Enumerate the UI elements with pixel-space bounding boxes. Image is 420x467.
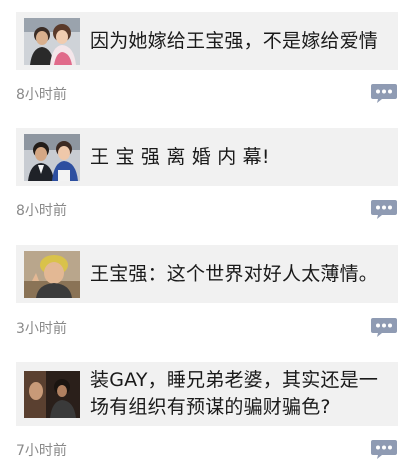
article-thumbnail <box>24 133 80 181</box>
comment-icon[interactable] <box>370 198 398 220</box>
comment-icon[interactable] <box>370 82 398 104</box>
article-time: 8小时前 <box>16 87 67 103</box>
article-thumbnail <box>24 370 80 418</box>
article-card[interactable]: 王宝强：这个世界对好人太薄情。 <box>16 245 398 303</box>
article-thumbnail <box>24 17 80 65</box>
article-card[interactable]: 装GAY，睡兄弟老婆，其实还是一场有组织有预谋的骗财骗色? <box>16 362 398 426</box>
article-meta: 7小时前 <box>16 438 398 462</box>
article-title: 因为她嫁给王宝强，不是嫁给爱情 <box>90 30 379 52</box>
article-time: 3小时前 <box>16 321 67 337</box>
article-meta: 8小时前 <box>16 82 398 106</box>
article-feed: 因为她嫁给王宝强，不是嫁给爱情 8小时前 王 宝 强 离 婚 内 幕! 8小时前… <box>0 0 420 467</box>
article-title: 王 宝 强 离 婚 内 幕! <box>90 146 270 168</box>
comment-icon[interactable] <box>370 316 398 338</box>
article-title: 王宝强：这个世界对好人太薄情。 <box>90 263 379 285</box>
article-thumbnail <box>24 250 80 298</box>
article-card[interactable]: 王 宝 强 离 婚 内 幕! <box>16 128 398 186</box>
article-time: 8小时前 <box>16 203 67 219</box>
article-card[interactable]: 因为她嫁给王宝强，不是嫁给爱情 <box>16 12 398 70</box>
article-title: 装GAY，睡兄弟老婆，其实还是一场有组织有预谋的骗财骗色? <box>90 369 379 418</box>
article-meta: 8小时前 <box>16 198 398 222</box>
article-time: 7小时前 <box>16 443 67 459</box>
comment-icon[interactable] <box>370 438 398 460</box>
article-meta: 3小时前 <box>16 316 398 340</box>
